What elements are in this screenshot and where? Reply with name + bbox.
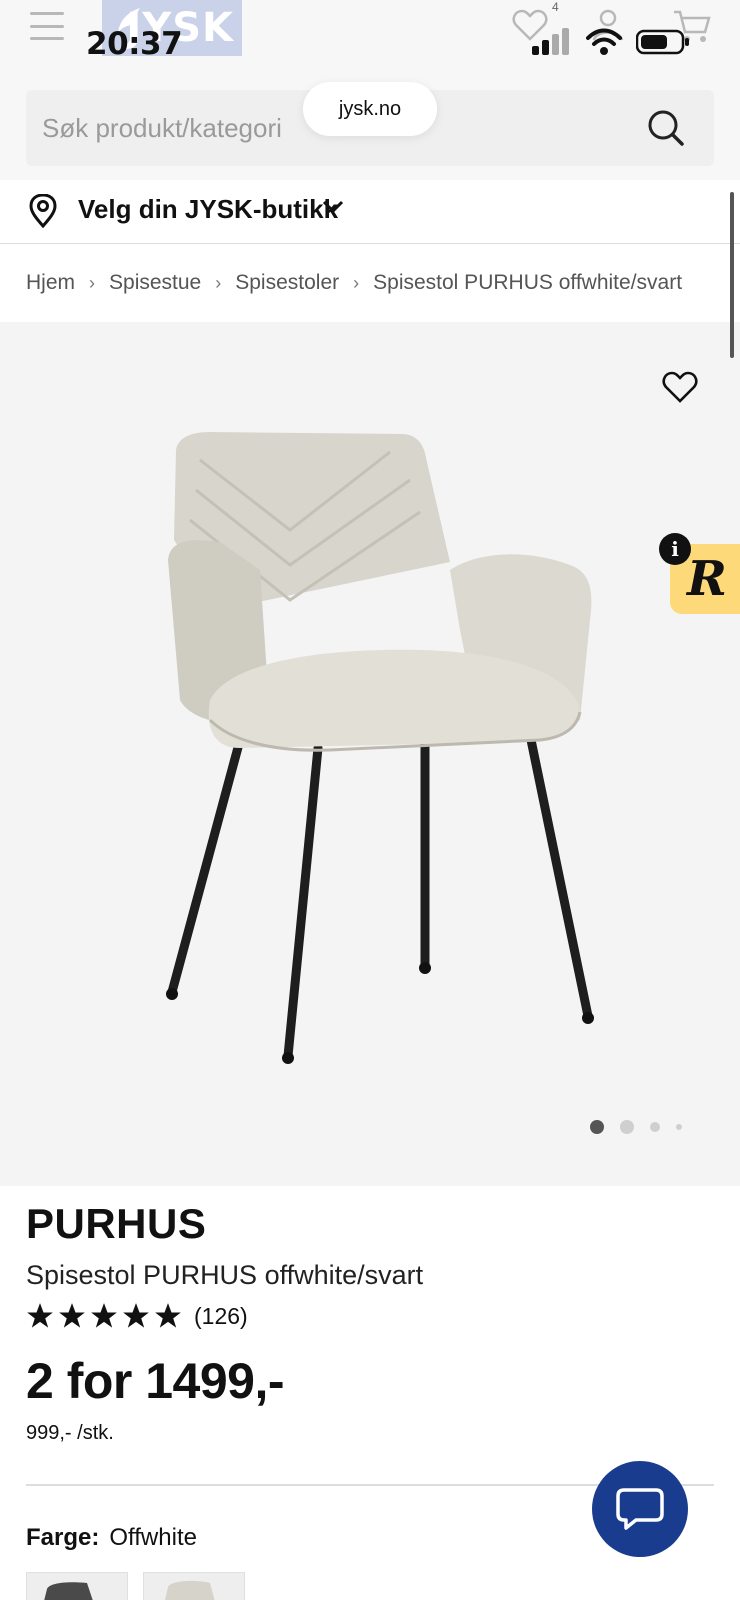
star-icon bbox=[155, 1303, 181, 1328]
page-scrollbar[interactable] bbox=[730, 192, 734, 358]
store-selector[interactable]: Velg din JYSK-butikk bbox=[0, 180, 740, 244]
battery-icon bbox=[636, 29, 689, 55]
breadcrumb-separator-icon: › bbox=[215, 272, 222, 293]
gallery-dot-1[interactable] bbox=[590, 1120, 604, 1134]
star-icon bbox=[27, 1303, 53, 1328]
rating-count: (126) bbox=[194, 1302, 248, 1329]
swatch-chair-offwhite-icon bbox=[165, 1580, 215, 1600]
chat-button[interactable] bbox=[592, 1461, 688, 1557]
status-icons bbox=[530, 28, 690, 56]
breadcrumb-item-current[interactable]: Spisestol PURHUS offwhite/svart bbox=[373, 271, 682, 295]
url-pill[interactable]: jysk.no bbox=[303, 82, 437, 136]
product-rating[interactable]: (126) bbox=[26, 1302, 248, 1330]
search-input[interactable] bbox=[42, 90, 342, 166]
color-value: Offwhite bbox=[109, 1524, 197, 1551]
price-main: 2 for 1499,- bbox=[26, 1353, 285, 1409]
gallery-dot-3[interactable] bbox=[650, 1122, 660, 1132]
color-label: Farge: bbox=[26, 1524, 100, 1551]
store-selector-label: Velg din JYSK-butikk bbox=[78, 194, 339, 224]
star-icon bbox=[123, 1303, 149, 1328]
color-selector-label: Farge: Offwhite bbox=[26, 1524, 197, 1552]
breadcrumb-item-home[interactable]: Hjem bbox=[26, 271, 75, 295]
color-swatch-dark[interactable] bbox=[26, 1572, 128, 1600]
wishlist-count-badge: 4 bbox=[552, 0, 559, 14]
breadcrumb-separator-icon: › bbox=[353, 272, 360, 293]
product-name: Spisestol PURHUS offwhite/svart bbox=[26, 1260, 424, 1290]
swatch-chair-dark-icon bbox=[44, 1582, 93, 1600]
color-swatch-offwhite[interactable] bbox=[143, 1572, 245, 1600]
chevron-down-icon bbox=[322, 200, 344, 214]
location-pin-icon bbox=[29, 194, 57, 228]
rating-stars bbox=[26, 1302, 182, 1330]
gallery-dot-4[interactable] bbox=[676, 1124, 682, 1130]
info-icon[interactable]: i bbox=[659, 533, 691, 565]
star-icon bbox=[91, 1303, 117, 1328]
menu-icon[interactable] bbox=[30, 12, 64, 40]
search-icon[interactable] bbox=[646, 108, 686, 148]
add-to-wishlist-heart-icon[interactable] bbox=[662, 370, 698, 404]
gallery-pagination bbox=[590, 1120, 682, 1134]
wifi-icon bbox=[586, 28, 622, 55]
status-time: 20:37 bbox=[86, 26, 183, 62]
signal-icon bbox=[532, 28, 569, 55]
product-image-chair bbox=[166, 432, 594, 1064]
chat-bubble-icon bbox=[616, 1488, 664, 1530]
gallery-dot-2[interactable] bbox=[620, 1120, 634, 1134]
breadcrumb-separator-icon: › bbox=[89, 272, 96, 293]
breadcrumb-item-dining[interactable]: Spisestue bbox=[109, 271, 201, 295]
breadcrumb-item-chairs[interactable]: Spisestoler bbox=[235, 271, 339, 295]
breadcrumb: Hjem › Spisestue › Spisestoler › Spisest… bbox=[0, 244, 740, 322]
product-brand: PURHUS bbox=[26, 1200, 207, 1247]
price-unit: 999,- /stk. bbox=[26, 1422, 114, 1444]
star-icon bbox=[59, 1303, 85, 1328]
